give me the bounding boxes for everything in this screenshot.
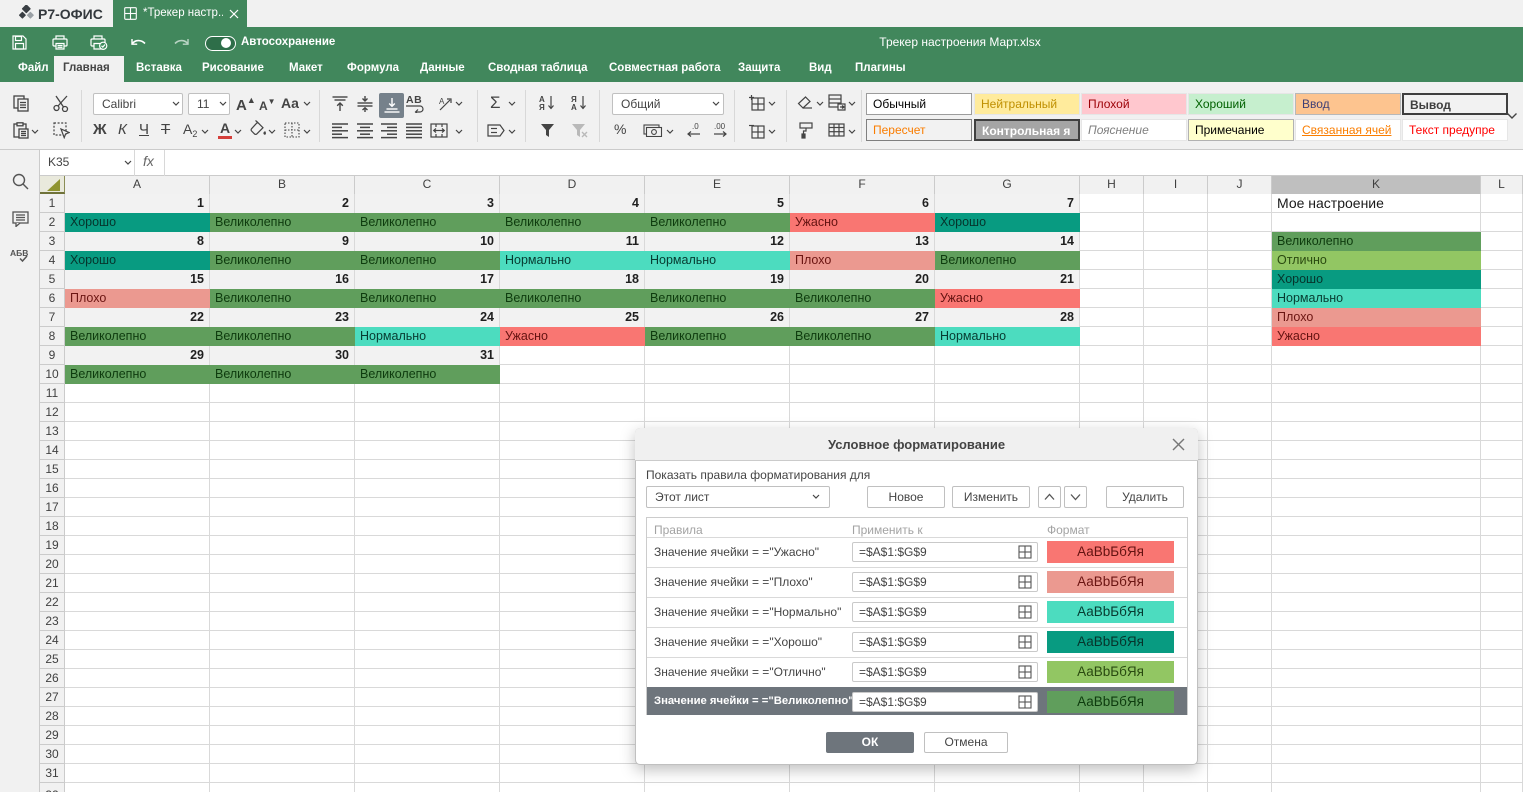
svg-text:А: А	[571, 103, 577, 111]
svg-text:Я: Я	[539, 103, 545, 111]
svg-text:.0: .0	[692, 122, 699, 131]
svg-text:A: A	[439, 97, 445, 106]
svg-text:.00: .00	[714, 122, 726, 131]
